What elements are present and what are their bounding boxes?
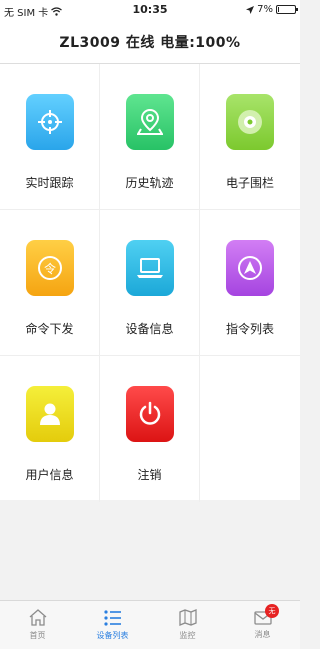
message-badge: 无: [265, 604, 279, 618]
menu-tile: [25, 386, 74, 442]
list-icon: [103, 609, 121, 626]
menu-tile: [226, 240, 274, 296]
tab-bar: 首页 设备列表 监控 消息 无: [0, 600, 300, 649]
menu-item-label: 设备信息: [125, 322, 174, 336]
tab-monitor[interactable]: 监控: [150, 601, 225, 649]
menu-item-user-info[interactable]: 用户信息: [0, 356, 100, 502]
menu-item-label: 指令列表: [225, 322, 274, 336]
map-pin-icon: [136, 108, 163, 135]
fence-icon: [238, 110, 262, 134]
menu-item-logout[interactable]: 注销: [100, 356, 200, 502]
map-icon: [178, 609, 197, 626]
menu-tile: [25, 94, 74, 150]
menu-item-history-track[interactable]: 历史轨迹: [100, 64, 200, 210]
tab-device-list[interactable]: 设备列表: [75, 601, 150, 649]
menu-tile: [226, 94, 274, 150]
tab-label: 首页: [29, 631, 46, 640]
svg-text:令: 令: [43, 261, 55, 276]
menu-item-realtime-tracking[interactable]: 实时跟踪: [0, 64, 100, 210]
status-bar: 无 SIM 卡 10:35 7%: [0, 0, 300, 20]
menu-item-label: 实时跟踪: [25, 176, 74, 190]
menu-tile: [125, 94, 174, 150]
menu-item-label: 用户信息: [25, 468, 74, 482]
tab-label: 监控: [179, 631, 196, 640]
menu-item-label: 电子围栏: [225, 176, 274, 190]
tab-label: 设备列表: [96, 630, 129, 640]
tab-messages[interactable]: 消息 无: [225, 601, 300, 649]
laptop-icon: [136, 258, 163, 278]
battery-fill: [278, 7, 280, 12]
menu-item-label: 注销: [137, 468, 162, 482]
page-title: ZL3009 在线 电量:100%: [59, 34, 241, 51]
menu-tile: [125, 240, 174, 296]
nav-bar: ZL3009 在线 电量:100%: [0, 20, 300, 64]
battery-icon: [276, 5, 298, 14]
menu-item-label: 命令下发: [25, 322, 74, 336]
power-icon: [139, 401, 160, 425]
menu-item-label: 历史轨迹: [125, 176, 174, 190]
menu-grid: 实时跟踪 历史轨迹 电子围栏 令 命令下发 设备信息 指令列表 用户信息 注销: [0, 64, 300, 502]
battery-percent: 7%: [257, 4, 273, 15]
menu-item-command-list[interactable]: 指令列表: [200, 210, 300, 356]
tab-label: 消息: [254, 629, 271, 639]
user-icon: [39, 403, 60, 425]
navigation-icon: [238, 256, 262, 280]
command-icon: 令: [37, 256, 62, 280]
tab-home[interactable]: 首页: [0, 601, 75, 649]
location-arrow-icon: [246, 5, 255, 14]
home-icon: [29, 609, 46, 626]
menu-item-device-info[interactable]: 设备信息: [100, 210, 200, 356]
menu-tile: 令: [25, 240, 74, 296]
crosshair-icon: [37, 110, 62, 134]
menu-item-geofence[interactable]: 电子围栏: [200, 64, 300, 210]
menu-tile: [125, 386, 174, 442]
menu-item-send-command[interactable]: 令 命令下发: [0, 210, 100, 356]
